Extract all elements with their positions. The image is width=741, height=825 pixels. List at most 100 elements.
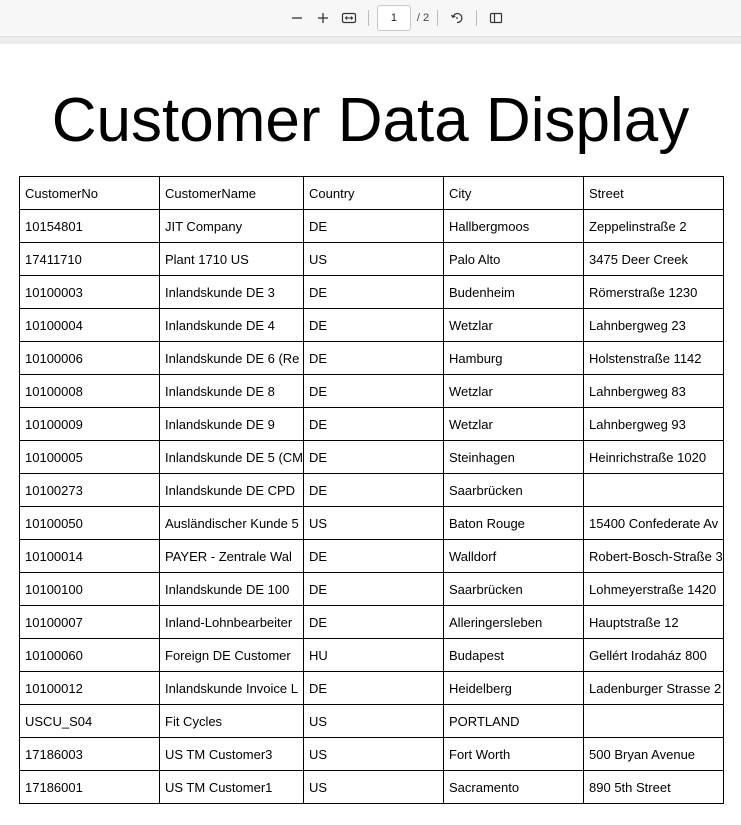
cell-customername: US TM Customer1 [158, 770, 305, 804]
cell-customerno: 10100012 [19, 671, 160, 705]
cell-customername: Inlandskunde DE 8 [158, 374, 305, 408]
pdf-toolbar: / 2 [0, 0, 741, 37]
cell-customerno: 10154801 [19, 209, 160, 243]
cell-street: Robert-Bosch-Straße 3 [583, 539, 725, 573]
table-row: 10100060 Foreign DE Customer HU Budapest Gel… [19, 638, 725, 672]
table-row: 10100008 Inlandskunde DE 8 DE Wetzlar Lahnbe… [19, 374, 725, 408]
cell-customerno: 17411710 [19, 242, 160, 276]
cell-customerno: 10100005 [19, 440, 160, 474]
cell-country: DE [303, 275, 445, 309]
cell-customerno: 10100004 [19, 308, 160, 342]
cell-city: Hamburg [443, 341, 585, 375]
cell-customerno: 10100008 [19, 374, 160, 408]
cell-street: Lohmeyerstraße 1420 [583, 572, 725, 606]
cell-city: Walldorf [443, 539, 585, 573]
cell-city: Budenheim [443, 275, 585, 309]
cell-city: PORTLAND [443, 704, 585, 738]
cell-customername: Fit Cycles [158, 704, 305, 738]
cell-city: Wetzlar [443, 407, 585, 441]
cell-customername: Ausländischer Kunde 5 [158, 506, 305, 540]
table-header-row: CustomerNo CustomerName Country City Str… [19, 176, 725, 210]
table-row: 10100009 Inlandskunde DE 9 DE Wetzlar Lahnbe… [19, 407, 725, 441]
column-header-customerno: CustomerNo [19, 176, 160, 210]
cell-country: DE [303, 374, 445, 408]
cell-customerno: 10100273 [19, 473, 160, 507]
cell-city: Saarbrücken [443, 473, 585, 507]
cell-country: DE [303, 671, 445, 705]
cell-customerno: 10100050 [19, 506, 160, 540]
cell-customername: JIT Company [158, 209, 305, 243]
two-page-view-icon [490, 12, 503, 24]
table-row: 10100100 Inlandskunde DE 100 DE Saarbrücken… [19, 572, 725, 606]
column-header-country: Country [303, 176, 445, 210]
table-row: 10100273 Inlandskunde DE CPD DE Saarbrücken [19, 473, 725, 507]
cell-customerno: 10100007 [19, 605, 160, 639]
column-header-street: Street [583, 176, 725, 210]
page-view-button[interactable] [483, 5, 509, 31]
cell-customername: Inland-Lohnbearbeiter [158, 605, 305, 639]
table-row: 10100006 Inlandskunde DE 6 (Re DE Hamburg Ho… [19, 341, 725, 375]
column-header-city: City [443, 176, 585, 210]
cell-street: Römerstraße 1230 [583, 275, 725, 309]
rotate-button[interactable] [444, 5, 470, 31]
cell-street: Gellért Irodaház 800 [583, 638, 725, 672]
fit-width-icon [341, 12, 356, 24]
pdf-page: Customer Data Display CustomerNo Custome… [0, 44, 741, 825]
cell-customerno: 10100006 [19, 341, 160, 375]
cell-country: DE [303, 308, 445, 342]
cell-city: Hallbergmoos [443, 209, 585, 243]
cell-customerno: USCU_S04 [19, 704, 160, 738]
cell-customerno: 17186003 [19, 737, 160, 771]
cell-street: Lahnbergweg 93 [583, 407, 725, 441]
cell-country: DE [303, 407, 445, 441]
cell-city: Steinhagen [443, 440, 585, 474]
table-row: USCU_S04 Fit Cycles US PORTLAND [19, 704, 725, 738]
cell-city: Alleringersleben [443, 605, 585, 639]
cell-street [583, 473, 725, 507]
cell-customername: Inlandskunde DE 3 [158, 275, 305, 309]
cell-street [583, 704, 725, 738]
document-title: Customer Data Display [51, 86, 690, 155]
cell-customername: Inlandskunde Invoice L [158, 671, 305, 705]
cell-city: Heidelberg [443, 671, 585, 705]
viewer-background [0, 37, 741, 44]
cell-customername: Inlandskunde DE 4 [158, 308, 305, 342]
cell-city: Sacramento [443, 770, 585, 804]
toolbar-divider [367, 10, 369, 26]
zoom-out-button[interactable] [284, 5, 310, 31]
table-row: 17186003 US TM Customer3 US Fort Worth 500 B… [19, 737, 725, 771]
cell-country: US [303, 737, 445, 771]
cell-country: HU [303, 638, 445, 672]
page-number-input[interactable] [376, 5, 411, 31]
cell-street: Ladenburger Strasse 2 [583, 671, 725, 705]
cell-customerno: 17186001 [19, 770, 160, 804]
fit-width-button[interactable] [336, 5, 362, 31]
cell-country: DE [303, 209, 445, 243]
plus-icon [317, 13, 328, 23]
cell-country: DE [303, 473, 445, 507]
cell-street: 890 5th Street [583, 770, 725, 804]
table-row: 10100014 PAYER - Zentrale Wal DE Walldorf Ro… [19, 539, 725, 573]
cell-customername: Inlandskunde DE 5 (CM [158, 440, 305, 474]
table-row: 10100012 Inlandskunde Invoice L DE Heidelbe… [19, 671, 725, 705]
column-header-customername: CustomerName [158, 176, 305, 210]
page-total-label: / 2 [416, 12, 430, 24]
cell-customername: Inlandskunde DE 9 [158, 407, 305, 441]
rotate-icon [451, 12, 463, 24]
table-body: 10154801 JIT Company DE Hallbergmoos Zeppeli… [19, 209, 725, 804]
table-row: 10100004 Inlandskunde DE 4 DE Wetzlar Lahnbe… [19, 308, 725, 342]
cell-customerno: 10100100 [19, 572, 160, 606]
table-row: 17411710 Plant 1710 US US Palo Alto 3475 Dee… [19, 242, 725, 276]
cell-country: DE [303, 572, 445, 606]
zoom-in-button[interactable] [310, 5, 336, 31]
cell-customerno: 10100060 [19, 638, 160, 672]
minus-icon [291, 17, 302, 19]
cell-street: Lahnbergweg 83 [583, 374, 725, 408]
cell-city: Saarbrücken [443, 572, 585, 606]
cell-country: US [303, 704, 445, 738]
cell-customername: Inlandskunde DE 6 (Re [158, 341, 305, 375]
table-row: 10100050 Ausländischer Kunde 5 US Baton Rou… [19, 506, 725, 540]
table-row: 10100007 Inland-Lohnbearbeiter DE Alleringe… [19, 605, 725, 639]
cell-country: US [303, 242, 445, 276]
cell-customername: Inlandskunde DE 100 [158, 572, 305, 606]
